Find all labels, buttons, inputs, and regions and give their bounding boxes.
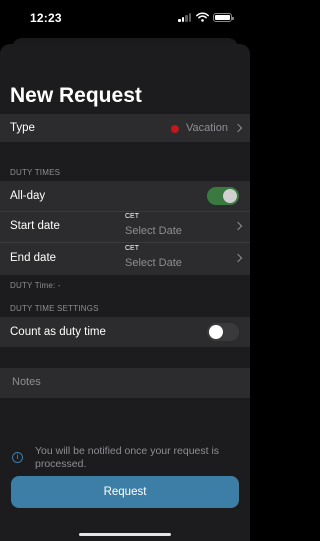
start-date-timezone: CET bbox=[125, 213, 139, 220]
info-message: You will be notified once your request i… bbox=[35, 445, 220, 470]
end-date-value: Select Date bbox=[125, 257, 182, 269]
start-date-value: Select Date bbox=[125, 225, 182, 237]
end-date-row[interactable]: End date CET Select Date bbox=[0, 243, 250, 275]
start-date-row[interactable]: Start date CET Select Date bbox=[0, 212, 250, 242]
status-bar: 12:23 bbox=[0, 0, 250, 38]
toggle-knob bbox=[209, 325, 223, 339]
end-date-label: End date bbox=[10, 252, 57, 264]
notes-placeholder: Notes bbox=[12, 376, 41, 388]
battery-icon bbox=[213, 13, 234, 22]
home-indicator bbox=[79, 533, 171, 536]
toggle-knob bbox=[223, 189, 237, 203]
notes-field[interactable]: Notes bbox=[0, 368, 250, 398]
page-title: New Request bbox=[10, 84, 142, 107]
wifi-icon bbox=[196, 12, 209, 22]
count-as-duty-label: Count as duty time bbox=[10, 326, 106, 338]
duty-times-header: DUTY TIMES bbox=[10, 168, 61, 177]
chevron-right-icon bbox=[233, 221, 243, 231]
all-day-toggle[interactable] bbox=[207, 187, 239, 205]
request-button[interactable]: Request bbox=[11, 476, 239, 508]
status-time: 12:23 bbox=[30, 11, 62, 25]
end-date-timezone: CET bbox=[125, 245, 139, 252]
all-day-row: All-day bbox=[0, 181, 250, 211]
duty-time-settings-header: DUTY TIME SETTINGS bbox=[10, 304, 99, 313]
info-icon: i bbox=[12, 452, 23, 463]
type-color-dot bbox=[171, 125, 179, 133]
all-day-label: All-day bbox=[10, 190, 46, 202]
type-value: Vacation bbox=[186, 122, 228, 134]
chevron-right-icon bbox=[233, 123, 243, 133]
chevron-right-icon bbox=[233, 253, 243, 263]
count-as-duty-toggle[interactable] bbox=[207, 323, 239, 341]
type-label: Type bbox=[10, 122, 35, 134]
count-as-duty-row: Count as duty time bbox=[0, 317, 250, 347]
duty-time-summary: DUTY Time: - bbox=[10, 281, 61, 290]
cellular-signal-icon bbox=[178, 13, 192, 22]
type-row[interactable]: Type Vacation bbox=[0, 114, 250, 142]
start-date-label: Start date bbox=[10, 220, 60, 232]
new-request-sheet: New Request Type Vacation DUTY TIMES All… bbox=[0, 44, 250, 541]
